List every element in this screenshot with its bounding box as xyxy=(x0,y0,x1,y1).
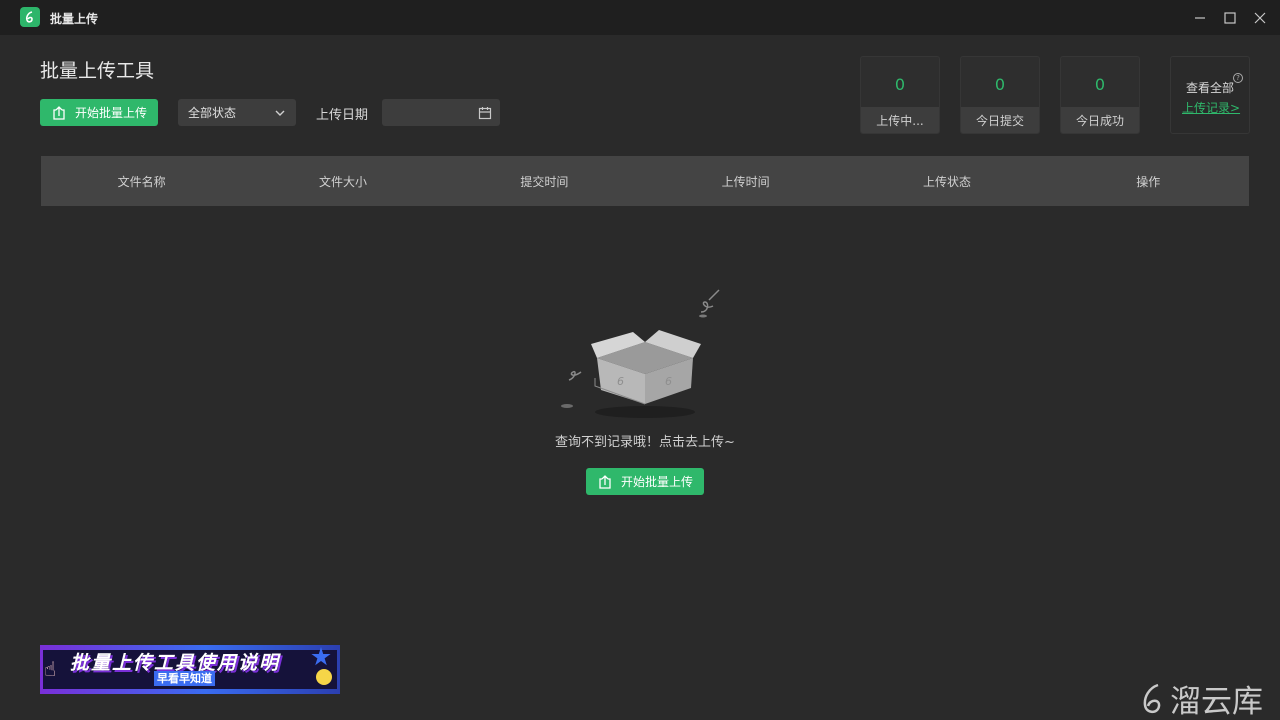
start-batch-upload-label: 开始批量上传 xyxy=(74,106,147,120)
watermark-logo-icon xyxy=(1143,683,1161,713)
column-header-upload-time: 上传时间 xyxy=(721,174,770,189)
usage-guide-banner[interactable]: ☝ 批量上传工具使用说明 早看早知道 xyxy=(40,645,340,694)
table-header: 文件名称 文件大小 提交时间 上传时间 上传状态 操作 xyxy=(41,156,1249,206)
watermark-logo: 溜云库 xyxy=(1140,676,1263,720)
empty-state-upload-label: 开始批量上传 xyxy=(620,475,693,489)
stat-value: 0 xyxy=(894,75,906,94)
stat-card-today-success: 0 今日成功 xyxy=(1060,56,1140,134)
column-header-submit-time: 提交时间 xyxy=(520,174,569,189)
stat-card-uploading: 0 上传中... xyxy=(860,56,940,134)
close-button[interactable] xyxy=(1248,6,1272,30)
stat-label: 今日成功 xyxy=(1061,107,1139,133)
stat-value: 0 xyxy=(994,75,1006,94)
column-header-upload-status: 上传状态 xyxy=(922,174,971,189)
stat-card-today-submitted: 0 今日提交 xyxy=(960,56,1040,134)
stat-label: 今日提交 xyxy=(961,107,1039,133)
maximize-icon xyxy=(1224,12,1236,24)
status-filter-select[interactable]: 全部状态 xyxy=(178,99,296,126)
minimize-button[interactable] xyxy=(1188,6,1212,30)
watermark-text: 溜云库 xyxy=(1170,684,1263,720)
upload-date-input[interactable] xyxy=(382,99,500,126)
stat-label: 上传中... xyxy=(861,107,939,133)
upload-date-label: 上传日期 xyxy=(316,108,369,123)
upload-history-link[interactable]: 上传记录> xyxy=(1182,99,1240,116)
window-title: 批量上传 xyxy=(50,12,99,26)
banner-subtitle: 早看早知道 xyxy=(154,671,215,686)
empty-box-illustration: 6 6 xyxy=(561,289,720,418)
view-all-label: 查看全部 xyxy=(1186,81,1235,95)
app-logo-icon xyxy=(20,7,40,27)
column-header-file-name: 文件名称 xyxy=(117,174,166,189)
page-title: 批量上传工具 xyxy=(40,60,155,82)
svg-text:6: 6 xyxy=(665,375,672,388)
pointing-hand-icon: ☝ xyxy=(44,657,57,681)
smiley-icon xyxy=(316,669,332,685)
start-batch-upload-button[interactable]: 开始批量上传 xyxy=(40,99,158,126)
calendar-icon xyxy=(478,106,492,119)
title-bar: 批量上传 xyxy=(0,0,1280,35)
column-header-file-size: 文件大小 xyxy=(318,174,367,189)
upload-history-card: 查看全部 ? 上传记录> xyxy=(1170,56,1250,134)
close-icon xyxy=(1254,12,1266,24)
status-filter-value: 全部状态 xyxy=(188,106,237,120)
svg-text:6: 6 xyxy=(617,375,624,388)
stat-value: 0 xyxy=(1094,75,1106,94)
maximize-button[interactable] xyxy=(1218,6,1242,30)
upload-icon xyxy=(599,474,611,489)
help-icon[interactable]: ? xyxy=(1233,73,1243,83)
minimize-icon xyxy=(1195,17,1205,19)
upload-icon xyxy=(53,105,65,120)
empty-state-message: 查询不到记录哦！点击去上传~ xyxy=(555,435,735,450)
empty-state-upload-button[interactable]: 开始批量上传 xyxy=(586,468,704,495)
column-header-actions: 操作 xyxy=(1136,174,1161,189)
chevron-down-icon xyxy=(275,110,285,116)
